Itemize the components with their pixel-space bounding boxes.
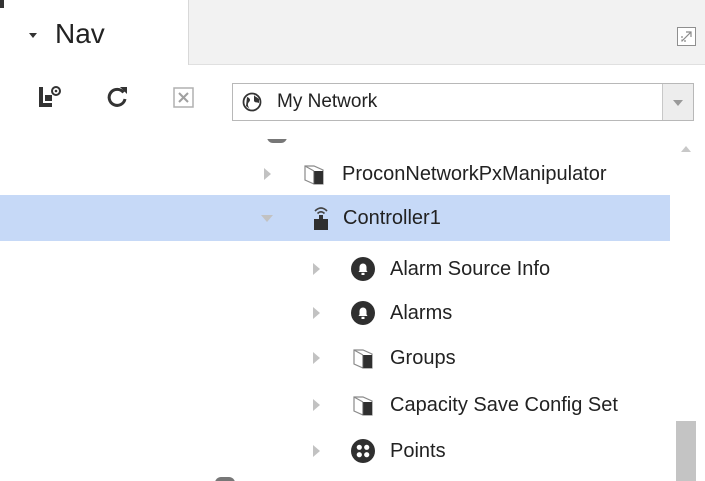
tab-nav[interactable]: Nav xyxy=(0,0,189,65)
expand-arrow-icon[interactable] xyxy=(313,263,320,275)
tree-row[interactable]: Alarms xyxy=(0,290,670,336)
controller-icon xyxy=(310,205,336,231)
cube-icon xyxy=(301,161,327,187)
home-station-icon[interactable] xyxy=(36,83,64,111)
close-icon[interactable] xyxy=(170,83,198,111)
tree-item-label: Alarms xyxy=(390,302,453,324)
tree-row[interactable]: ProconNetworkPxManipulator xyxy=(0,151,670,197)
tree-partial-node xyxy=(215,477,235,481)
tab-accent-mark xyxy=(0,0,4,8)
tree-item-label: Controller1 xyxy=(343,207,441,229)
cube-icon xyxy=(350,345,376,371)
expand-arrow-icon[interactable] xyxy=(313,399,320,411)
maximize-icon[interactable] xyxy=(677,27,696,46)
tree-item-label: Capacity Save Config Set xyxy=(390,394,618,416)
tree-item-label: ProconNetworkPxManipulator xyxy=(342,163,607,185)
nav-toolbar: My Network xyxy=(0,65,705,139)
tree-row[interactable]: Points xyxy=(0,428,670,474)
refresh-icon[interactable] xyxy=(103,83,131,111)
tree-row[interactable]: Capacity Save Config Set xyxy=(0,382,670,428)
tab-label: Nav xyxy=(55,18,105,49)
tree-item-label: Groups xyxy=(390,347,456,369)
cube-icon xyxy=(350,392,376,418)
bell-icon xyxy=(350,256,376,282)
chevron-down-icon xyxy=(673,100,683,106)
globe-icon xyxy=(242,92,262,112)
tree-row[interactable]: Alarm Source Info xyxy=(0,246,670,292)
network-selector-label: My Network xyxy=(277,91,378,112)
collapse-arrow-icon[interactable] xyxy=(261,215,273,222)
nav-tree: ProconNetworkPxManipulator Controller1 A… xyxy=(0,139,705,481)
expand-arrow-icon[interactable] xyxy=(264,168,271,180)
dropdown-button[interactable] xyxy=(662,84,693,120)
expand-arrow-icon[interactable] xyxy=(313,352,320,364)
tab-bar: Nav xyxy=(0,0,705,65)
scroll-up-arrow-icon[interactable] xyxy=(681,146,691,152)
tree-item-label: Alarm Source Info xyxy=(390,258,551,280)
bell-icon xyxy=(350,300,376,326)
tree-partial-node xyxy=(267,139,287,143)
tree-item-label: Points xyxy=(390,440,446,462)
scrollbar-thumb[interactable] xyxy=(676,421,696,481)
chevron-down-icon[interactable] xyxy=(29,33,37,38)
nav-panel: Nav My Network ProconNetworkPxManipulato… xyxy=(0,0,705,481)
network-selector[interactable]: My Network xyxy=(232,83,694,121)
tree-row-selected[interactable]: Controller1 xyxy=(0,195,670,241)
points-icon xyxy=(350,438,376,464)
tree-row[interactable]: Groups xyxy=(0,335,670,381)
expand-arrow-icon[interactable] xyxy=(313,445,320,457)
expand-arrow-icon[interactable] xyxy=(313,307,320,319)
